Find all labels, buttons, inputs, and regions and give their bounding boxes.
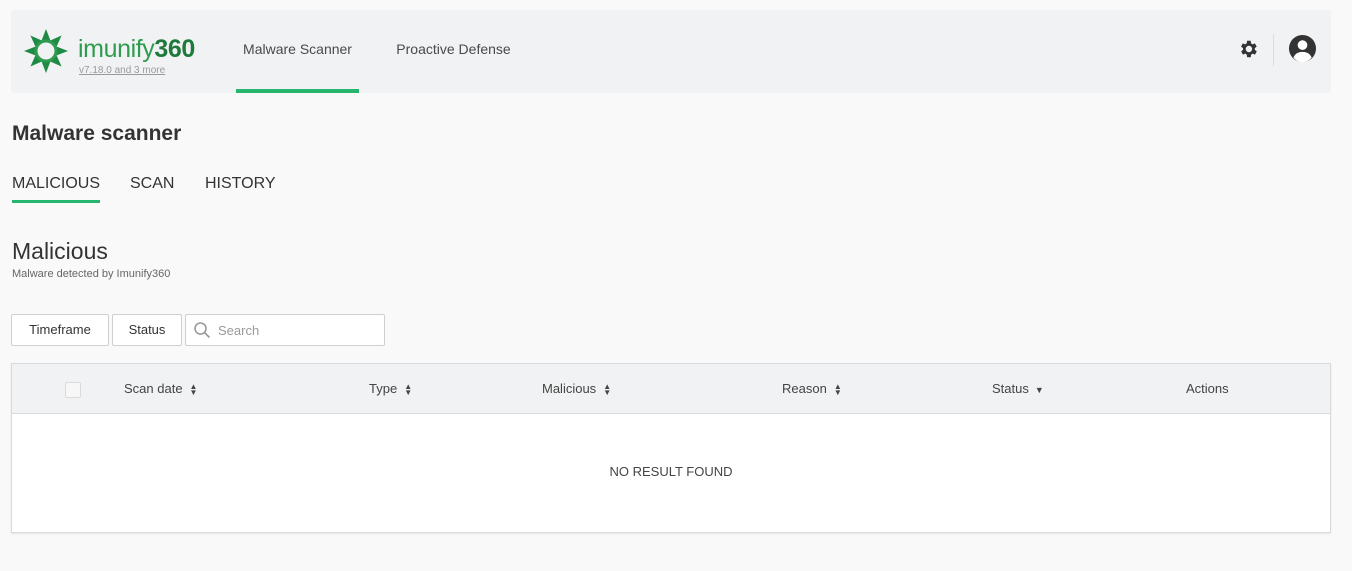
logo-mark-icon (24, 29, 68, 73)
column-malicious[interactable]: Malicious ▲ ▼ (542, 364, 611, 414)
logo-word-light: imunify (78, 35, 155, 63)
section-subtitle: Malware detected by Imunify360 (12, 268, 171, 280)
sort-desc-icon: ▼ (1034, 384, 1044, 395)
header-divider (1273, 34, 1274, 66)
column-label: Actions (1186, 381, 1229, 396)
empty-state-text: NO RESULT FOUND (609, 464, 733, 479)
tab-malicious[interactable]: MALICIOUS (12, 175, 101, 203)
section-title: Malicious (12, 238, 108, 264)
timeframe-filter-button[interactable]: Timeframe (11, 314, 109, 346)
status-filter-button[interactable]: Status (112, 314, 182, 346)
table-header: Scan date ▲ ▼ Type ▲ ▼ Malicious ▲ ▼ Reason ▲ ▼ … (12, 364, 1330, 414)
tab-history[interactable]: HISTORY (205, 175, 276, 203)
user-avatar-icon[interactable] (1288, 34, 1317, 63)
nav-proactive-defense[interactable]: Proactive Defense (386, 10, 521, 93)
column-label: Reason (782, 381, 827, 396)
sort-both-icon: ▲ ▼ (189, 381, 198, 397)
column-label: Type (369, 381, 398, 396)
column-status[interactable]: Status ▼ (992, 364, 1044, 414)
search-input[interactable] (218, 321, 378, 339)
select-all-checkbox[interactable] (65, 382, 81, 398)
column-actions: Actions (1186, 364, 1229, 414)
malicious-table: Scan date ▲ ▼ Type ▲ ▼ Malicious ▲ ▼ Reason ▲ ▼ … (11, 363, 1331, 533)
page-title: Malware scanner (12, 122, 182, 145)
column-label: Status (992, 381, 1029, 396)
column-label: Scan date (124, 381, 183, 396)
sort-both-icon: ▲ ▼ (404, 381, 413, 397)
sort-both-icon: ▲ ▼ (833, 381, 842, 397)
gear-icon[interactable] (1237, 38, 1259, 60)
sort-both-icon: ▲ ▼ (603, 381, 612, 397)
search-box (185, 314, 385, 346)
version-link[interactable]: v7.18.0 and 3 more (79, 65, 165, 76)
tab-scan[interactable]: SCAN (130, 175, 174, 203)
column-reason[interactable]: Reason ▲ ▼ (782, 364, 842, 414)
imunify360-logo[interactable]: imunify360 v7.18.0 and 3 more (24, 27, 209, 77)
column-type[interactable]: Type ▲ ▼ (369, 364, 412, 414)
search-icon (194, 322, 211, 339)
nav-malware-scanner[interactable]: Malware Scanner (236, 10, 359, 93)
column-scan-date[interactable]: Scan date ▲ ▼ (124, 364, 197, 414)
logo-wordmark: imunify360 (78, 35, 195, 64)
top-header: imunify360 v7.18.0 and 3 more Malware Sc… (11, 10, 1331, 93)
column-label: Malicious (542, 381, 597, 396)
logo-word-bold: 360 (154, 35, 195, 63)
